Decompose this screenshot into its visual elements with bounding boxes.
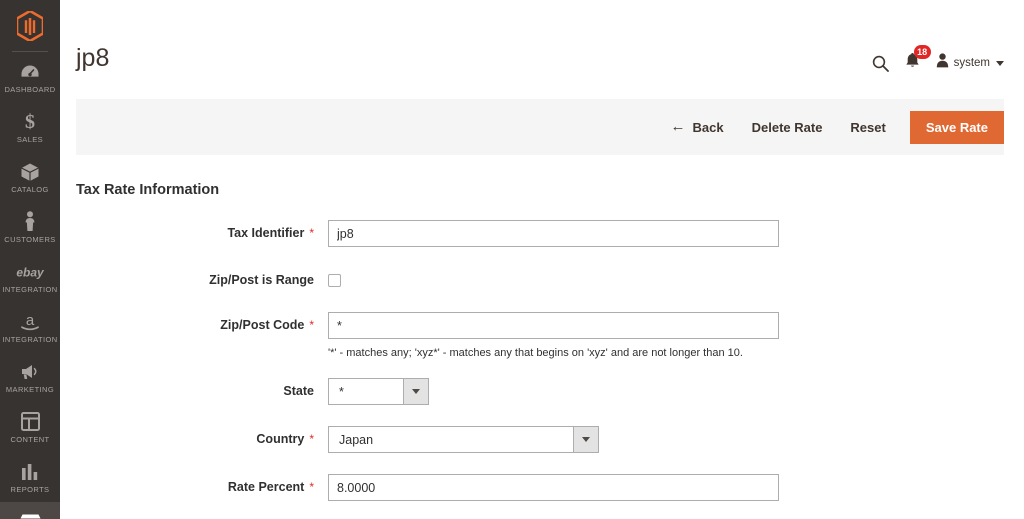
sidebar-item-label: DASHBOARD xyxy=(4,85,55,94)
dashboard-gauge-icon xyxy=(20,61,40,83)
notifications-count-badge: 18 xyxy=(914,45,931,59)
sidebar-item-dashboard[interactable]: DASHBOARD xyxy=(0,52,60,102)
save-rate-button[interactable]: Save Rate xyxy=(910,111,1004,144)
svg-text:ebay: ebay xyxy=(16,265,45,279)
page-actions-toolbar: ← Back Delete Rate Reset Save Rate xyxy=(76,99,1004,155)
reset-button[interactable]: Reset xyxy=(836,111,899,143)
sidebar-item-label: CATALOG xyxy=(11,185,49,194)
sidebar-item-ebay-integration[interactable]: ebay INTEGRATION xyxy=(0,252,60,302)
field-zip-code: Zip/Post Code* '*' - matches any; 'xyz*'… xyxy=(76,312,1004,360)
sidebar-item-label: CONTENT xyxy=(10,435,49,444)
label-text: Tax Identifier xyxy=(227,226,304,240)
sidebar-item-catalog[interactable]: CATALOG xyxy=(0,152,60,202)
main-content: jp8 18 system xyxy=(60,0,1024,519)
tax-rate-form: Tax Rate Information Tax Identifier* Zip… xyxy=(60,182,1024,501)
chevron-down-icon xyxy=(996,61,1004,66)
zip-is-range-label: Zip/Post is Range xyxy=(76,267,314,287)
box-icon xyxy=(20,161,40,183)
zip-code-label: Zip/Post Code* xyxy=(76,312,314,332)
sidebar-item-label: SALES xyxy=(17,135,43,144)
zip-code-hint: '*' - matches any; 'xyz*' - matches any … xyxy=(328,346,1004,360)
sidebar-item-amazon-integration[interactable]: a INTEGRATION xyxy=(0,302,60,352)
sidebar-item-label: CUSTOMERS xyxy=(4,235,55,244)
megaphone-icon xyxy=(19,361,41,383)
sidebar-item-marketing[interactable]: MARKETING xyxy=(0,352,60,402)
tax-identifier-input[interactable] xyxy=(328,220,779,247)
svg-text:a: a xyxy=(26,312,35,329)
label-text: Zip/Post is Range xyxy=(209,273,314,287)
label-text: Zip/Post Code xyxy=(220,318,304,332)
user-name-label: system xyxy=(954,57,990,69)
bar-chart-icon xyxy=(20,461,40,483)
back-button[interactable]: ← Back xyxy=(657,111,738,143)
zip-is-range-checkbox[interactable] xyxy=(328,274,341,287)
chevron-down-icon xyxy=(573,427,598,452)
zip-code-input[interactable] xyxy=(328,312,779,339)
country-control: Japan xyxy=(314,426,1004,453)
field-tax-identifier: Tax Identifier* xyxy=(76,220,1004,247)
field-state: State * xyxy=(76,378,1004,405)
storefront-icon xyxy=(19,511,42,519)
reset-label: Reset xyxy=(850,120,885,135)
amazon-icon: a xyxy=(17,311,43,333)
state-selected-value: * xyxy=(329,379,403,404)
field-country: Country* Japan xyxy=(76,426,1004,453)
magento-logo[interactable] xyxy=(0,0,60,46)
sidebar-item-content[interactable]: CONTENT xyxy=(0,402,60,452)
sidebar-item-stores[interactable]: STORES xyxy=(0,502,60,519)
ebay-icon: ebay xyxy=(14,261,46,283)
form-section-title: Tax Rate Information xyxy=(76,182,1004,198)
sidebar-item-label: INTEGRATION xyxy=(2,335,57,344)
admin-sidebar: DASHBOARD $ SALES CATALOG CUSTOMERS ebay… xyxy=(0,0,60,519)
admin-page: DASHBOARD $ SALES CATALOG CUSTOMERS ebay… xyxy=(0,0,1024,519)
country-label: Country* xyxy=(76,426,314,446)
user-avatar-icon xyxy=(936,53,949,73)
zip-code-control: '*' - matches any; 'xyz*' - matches any … xyxy=(314,312,1004,360)
header-actions: 18 system xyxy=(872,52,1004,74)
tax-identifier-control xyxy=(314,220,1004,247)
sidebar-item-customers[interactable]: CUSTOMERS xyxy=(0,202,60,252)
search-icon[interactable] xyxy=(872,55,889,72)
label-text: Rate Percent xyxy=(228,480,304,494)
country-select[interactable]: Japan xyxy=(328,426,599,453)
back-button-label: Back xyxy=(693,120,724,135)
rate-percent-control xyxy=(314,474,1004,501)
rate-percent-input[interactable] xyxy=(328,474,779,501)
sidebar-item-sales[interactable]: $ SALES xyxy=(0,102,60,152)
country-selected-value: Japan xyxy=(329,427,573,452)
state-label: State xyxy=(76,378,314,398)
dollar-sign-icon: $ xyxy=(22,111,38,133)
page-title: jp8 xyxy=(76,0,109,71)
sidebar-item-label: MARKETING xyxy=(6,385,54,394)
person-icon xyxy=(23,211,37,233)
rate-percent-label: Rate Percent* xyxy=(76,474,314,494)
chevron-down-icon xyxy=(403,379,428,404)
delete-rate-label: Delete Rate xyxy=(752,120,823,135)
label-text: State xyxy=(283,384,314,398)
layout-page-icon xyxy=(21,411,40,433)
field-zip-is-range: Zip/Post is Range xyxy=(76,267,1004,292)
delete-rate-button[interactable]: Delete Rate xyxy=(738,111,837,143)
sidebar-item-label: REPORTS xyxy=(11,485,50,494)
sidebar-item-reports[interactable]: REPORTS xyxy=(0,452,60,502)
arrow-left-icon: ← xyxy=(671,119,686,134)
field-rate-percent: Rate Percent* xyxy=(76,474,1004,501)
zip-is-range-control xyxy=(314,267,1004,292)
user-menu[interactable]: system xyxy=(936,53,1004,73)
page-header: jp8 18 system xyxy=(60,0,1024,92)
tax-identifier-label: Tax Identifier* xyxy=(76,220,314,240)
label-text: Country xyxy=(256,432,304,446)
state-select[interactable]: * xyxy=(328,378,429,405)
state-control: * xyxy=(314,378,1004,405)
sidebar-item-label: INTEGRATION xyxy=(2,285,57,294)
notifications-button[interactable]: 18 xyxy=(905,52,920,74)
svg-text:$: $ xyxy=(25,111,35,132)
